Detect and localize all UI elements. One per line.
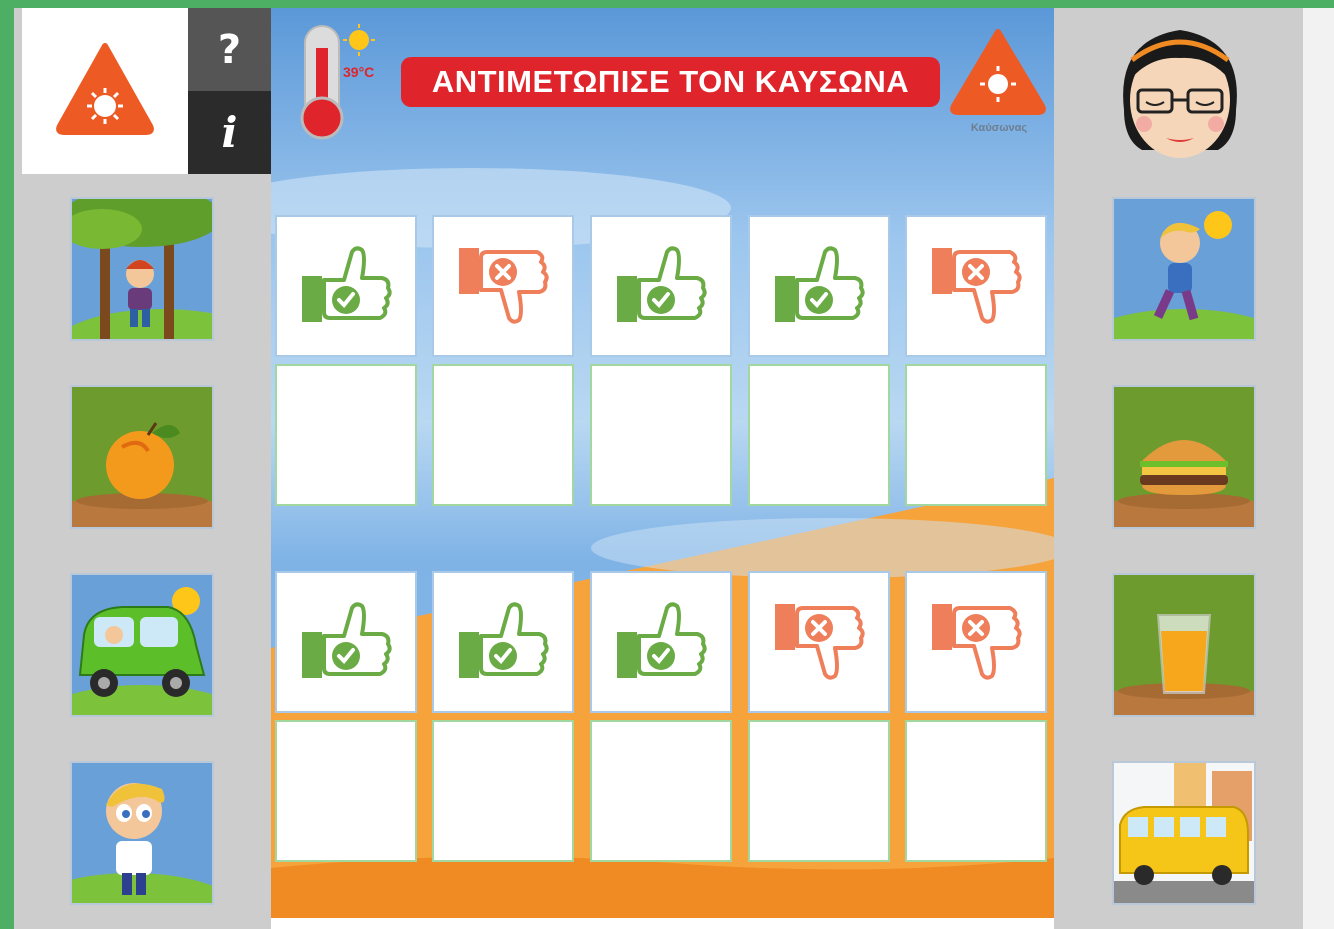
- peach-image: [72, 422, 212, 527]
- answer-card-thumbs-up: [590, 571, 732, 713]
- tile-boy-in-shade[interactable]: [70, 197, 214, 341]
- drop-slot[interactable]: [275, 720, 417, 862]
- boy-standing-image: [72, 783, 212, 903]
- tile-peach[interactable]: [70, 385, 214, 529]
- tile-boy-standing[interactable]: [70, 761, 214, 905]
- temperature-label: 39°C: [343, 64, 375, 80]
- answer-card-thumbs-down: [905, 571, 1047, 713]
- thumbs-down-icon: [932, 604, 1022, 680]
- boy-running-image: [1114, 211, 1254, 339]
- game-title: ΑΝΤΙΜΕΤΩΠΙΣΕ ΤΟΝ ΚΑΥΣΩΝΑ: [401, 57, 940, 107]
- tile-car-in-sun[interactable]: [70, 573, 214, 717]
- bottom-strip: [271, 918, 1054, 929]
- heat-warning-logo: [22, 8, 188, 174]
- answer-card-thumbs-up: [590, 215, 732, 357]
- drop-slot[interactable]: [590, 720, 732, 862]
- answer-card-thumbs-up: [432, 571, 574, 713]
- thumbs-up-icon: [617, 246, 707, 322]
- thermometer-icon: [300, 24, 375, 140]
- drop-slot[interactable]: [905, 720, 1047, 862]
- boy-under-tree-image: [72, 199, 212, 339]
- thumbs-down-icon: [775, 604, 865, 680]
- thumbs-up-icon: [617, 602, 707, 678]
- teacher-avatar: [1123, 30, 1237, 158]
- thumbs-up-icon: [302, 602, 392, 678]
- thumbs-down-icon: [459, 248, 549, 324]
- answer-card-thumbs-up: [748, 215, 890, 357]
- drop-slot[interactable]: [748, 720, 890, 862]
- info-button[interactable]: i: [188, 91, 271, 174]
- tile-school-bus[interactable]: [1112, 761, 1256, 905]
- tile-orange-juice[interactable]: [1112, 573, 1256, 717]
- drop-slot[interactable]: [432, 720, 574, 862]
- answer-card-thumbs-down: [905, 215, 1047, 357]
- answer-card-thumbs-down: [432, 215, 574, 357]
- heat-warning-sign-icon: [950, 29, 1046, 115]
- orange-juice-image: [1114, 614, 1254, 715]
- drop-slot[interactable]: [432, 364, 574, 506]
- hamburger-image: [1114, 440, 1254, 527]
- thumbs-up-icon: [459, 602, 549, 678]
- right-margin: [1303, 8, 1334, 929]
- drop-slot[interactable]: [275, 364, 417, 506]
- answer-card-thumbs-up: [275, 571, 417, 713]
- thumbs-up-icon: [302, 246, 392, 322]
- answer-card-thumbs-down: [748, 571, 890, 713]
- drop-slot[interactable]: [748, 364, 890, 506]
- thumbs-up-icon: [775, 246, 865, 322]
- drop-slot[interactable]: [590, 364, 732, 506]
- answer-card-thumbs-up: [275, 215, 417, 357]
- help-button[interactable]: ?: [188, 8, 271, 91]
- car-in-sun-image: [72, 587, 212, 715]
- tile-hamburger[interactable]: [1112, 385, 1256, 529]
- thumbs-down-icon: [932, 248, 1022, 324]
- school-bus-image: [1114, 763, 1254, 903]
- tile-boy-running-in-sun[interactable]: [1112, 197, 1256, 341]
- drop-slot[interactable]: [905, 364, 1047, 506]
- heat-caption: Καύσωνας: [970, 122, 1028, 134]
- heat-warning-icon: [56, 43, 154, 135]
